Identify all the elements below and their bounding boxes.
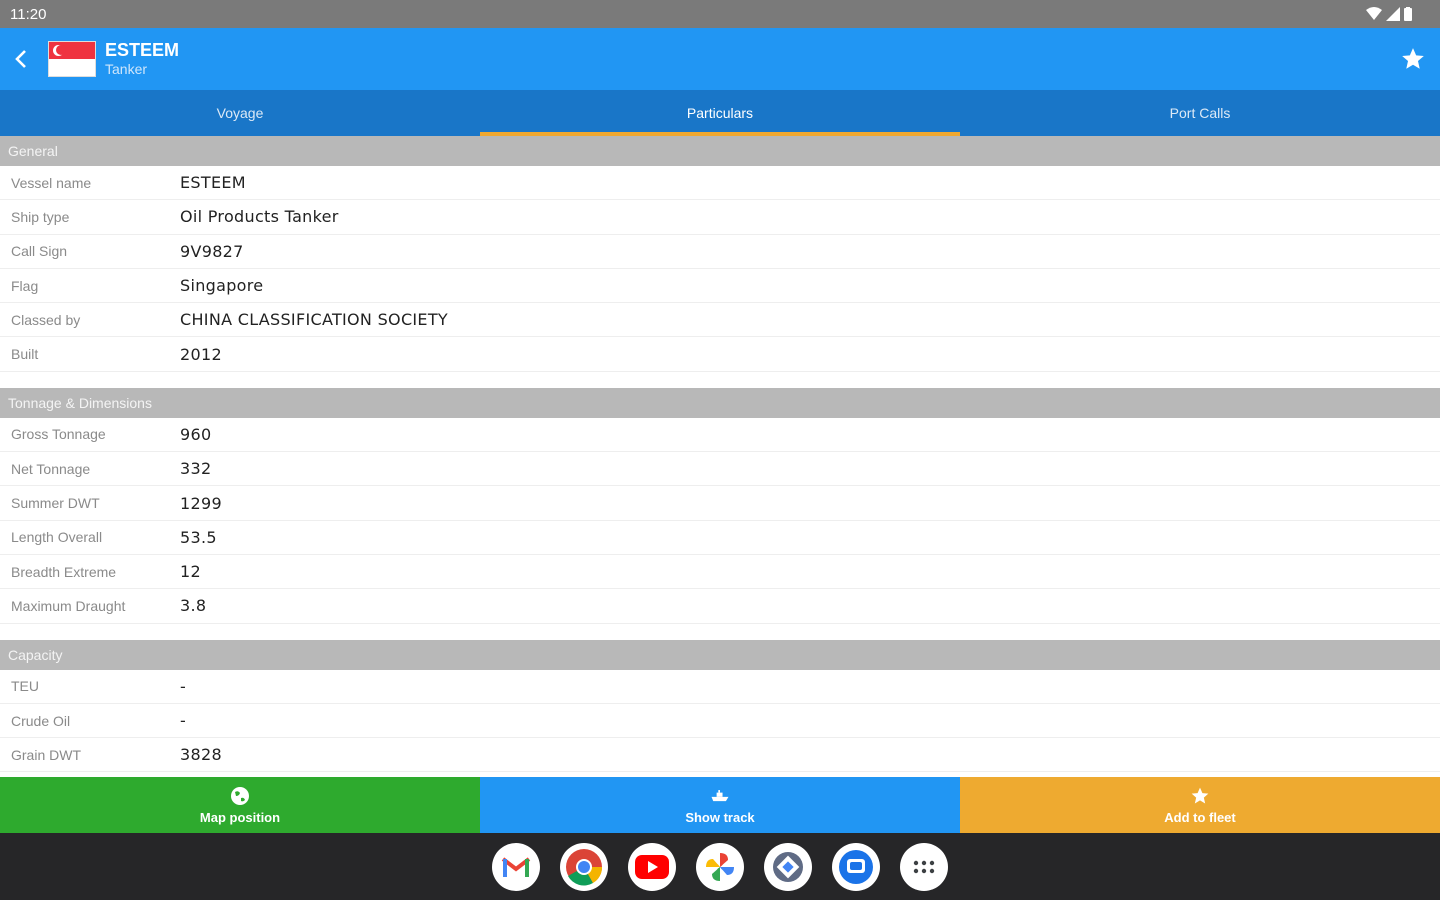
youtube-icon[interactable] — [628, 842, 676, 891]
ship-icon — [709, 785, 731, 807]
detail-row: Classed by CHINA CLASSIFICATION SOCIETY — [0, 303, 1440, 338]
gmail-icon[interactable] — [492, 842, 540, 891]
detail-row: Net Tonnage 332 — [0, 452, 1440, 487]
detail-row: Breadth Extreme 12 — [0, 555, 1440, 590]
status-bar: 11:20 — [0, 0, 1440, 28]
row-value: 3.8 — [180, 596, 207, 616]
row-label: Crude Oil — [11, 712, 71, 729]
action-bar: Map position Show track Add to fleet — [0, 777, 1440, 833]
tab-port-calls[interactable]: Port Calls — [960, 90, 1440, 136]
vessel-title: ESTEEM — [105, 40, 180, 60]
map-position-label: Map position — [199, 810, 281, 825]
row-label: Grain DWT — [11, 746, 81, 763]
back-arrow-icon — [15, 50, 26, 68]
row-label: Net Tonnage — [11, 460, 91, 477]
singapore-flag-icon — [48, 41, 96, 77]
section-gap — [0, 623, 1440, 640]
tab-particulars[interactable]: Particulars — [480, 90, 960, 136]
detail-row: TEU - — [0, 670, 1440, 704]
row-value: 9V9827 — [180, 241, 244, 261]
detail-row: Maximum Draught 3.8 — [0, 589, 1440, 624]
detail-row: Flag Singapore — [0, 269, 1440, 304]
photos-icon[interactable] — [696, 842, 744, 891]
apps-icon[interactable] — [900, 842, 948, 891]
detail-row: Crude Oil - — [0, 704, 1440, 739]
section-gap — [0, 371, 1440, 388]
show-track-label: Show track — [685, 810, 755, 825]
vessel-title-block: ESTEEM Tanker — [105, 40, 179, 78]
row-value: 3828 — [180, 745, 222, 765]
row-value: 12 — [180, 562, 201, 582]
maps-icon[interactable] — [764, 842, 812, 891]
row-label: Ship type — [11, 208, 70, 225]
section-header-general: General — [0, 136, 1440, 166]
detail-row: Ship type Oil Products Tanker — [0, 200, 1440, 235]
row-value: 53.5 — [180, 527, 217, 547]
star-icon — [1402, 48, 1424, 69]
tab-voyage[interactable]: Voyage — [0, 90, 480, 136]
detail-row: Length Overall 53.5 — [0, 521, 1440, 555]
row-value: 332 — [180, 459, 212, 479]
row-value: Singapore — [180, 276, 264, 296]
row-value: ESTEEM — [180, 173, 246, 193]
chrome-icon[interactable] — [560, 842, 608, 891]
row-value: 1299 — [180, 493, 222, 513]
row-label: Length Overall — [11, 529, 103, 546]
row-value: 2012 — [180, 344, 222, 364]
row-label: Built — [11, 346, 39, 363]
row-label: Maximum Draught — [11, 597, 126, 614]
detail-row: Vessel name ESTEEM — [0, 166, 1440, 201]
add-to-fleet-button[interactable]: Add to fleet — [960, 777, 1440, 833]
row-value: Oil Products Tanker — [180, 207, 339, 227]
detail-row: Call Sign 9V9827 — [0, 235, 1440, 269]
tab-bar: Voyage Particulars Port Calls — [0, 90, 1440, 136]
row-label: Call Sign — [11, 243, 68, 260]
row-label: Flag — [11, 277, 39, 294]
star-icon — [1189, 785, 1211, 807]
vessel-subtitle: Tanker — [105, 61, 148, 77]
map-position-button[interactable]: Map position — [0, 777, 480, 833]
favorite-button[interactable] — [1398, 44, 1428, 74]
signal-icon — [1386, 7, 1400, 21]
wifi-icon — [1366, 7, 1382, 20]
globe-icon — [229, 785, 251, 807]
row-value: - — [180, 711, 187, 730]
add-to-fleet-label: Add to fleet — [1164, 810, 1236, 825]
row-label: Summer DWT — [11, 495, 100, 512]
detail-row: Built 2012 — [0, 337, 1440, 372]
status-time: 11:20 — [10, 5, 47, 23]
back-button[interactable] — [0, 28, 42, 90]
row-label: Classed by — [11, 311, 81, 328]
row-value: - — [180, 676, 187, 696]
app-bar: ESTEEM Tanker — [0, 28, 1440, 90]
section-header-tonnage: Tonnage & Dimensions — [0, 387, 1440, 418]
system-dock — [0, 833, 1440, 900]
detail-row: Gross Tonnage 960 — [0, 418, 1440, 453]
row-label: Breadth Extreme — [11, 563, 117, 580]
section-header-capacity: Capacity — [0, 639, 1440, 670]
detail-row: Grain DWT 3828 — [0, 738, 1440, 773]
row-label: Vessel name — [11, 174, 92, 191]
show-track-button[interactable]: Show track — [480, 777, 960, 833]
row-value: 960 — [180, 424, 212, 444]
messages-icon[interactable] — [832, 842, 880, 891]
detail-row: Summer DWT 1299 — [0, 486, 1440, 521]
row-label: Gross Tonnage — [11, 426, 106, 443]
row-label: TEU — [11, 678, 39, 695]
row-value: CHINA CLASSIFICATION SOCIETY — [180, 310, 448, 330]
status-icons — [1366, 7, 1430, 21]
battery-icon — [1404, 7, 1412, 21]
particulars-list[interactable]: General Vessel name ESTEEM Ship type Oil P… — [0, 136, 1440, 777]
